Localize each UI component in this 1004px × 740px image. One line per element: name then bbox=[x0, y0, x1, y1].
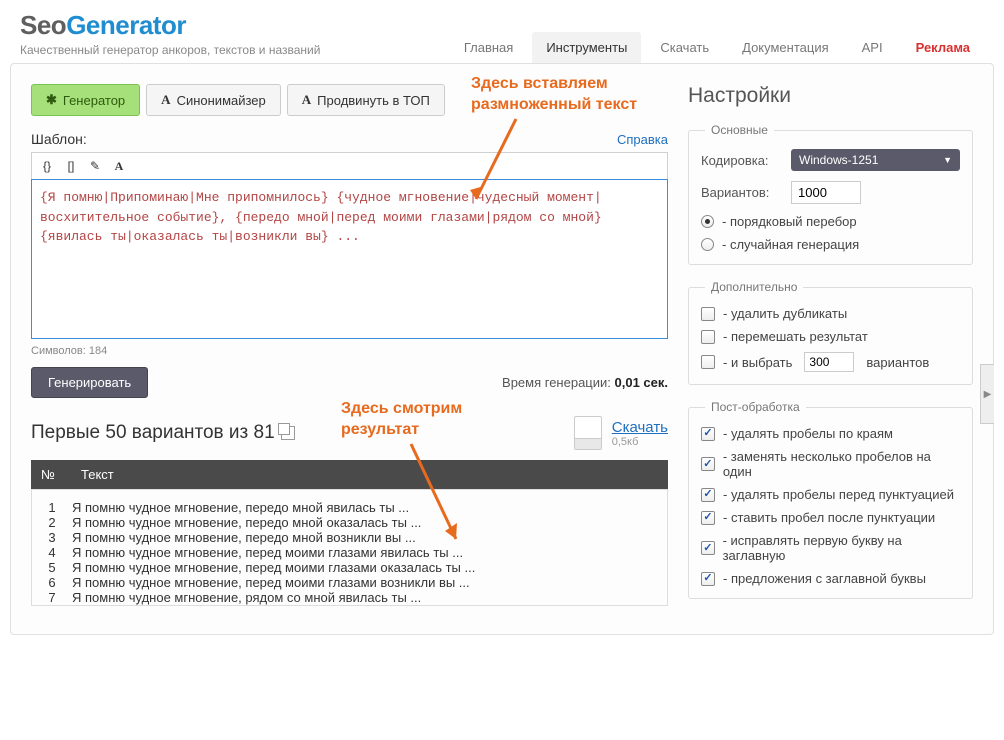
tab-synonym-label: Синонимайзер bbox=[177, 93, 266, 108]
help-link[interactable]: Справка bbox=[617, 132, 668, 147]
check-trim[interactable] bbox=[701, 427, 715, 441]
table-row: 7Я помню чудное мгновение, рядом со мной… bbox=[32, 590, 667, 605]
results-table: № Текст bbox=[31, 460, 668, 489]
table-row: 4Я помню чудное мгновение, перед моими г… bbox=[32, 545, 667, 560]
toolbar-brackets-icon[interactable]: [] bbox=[62, 157, 80, 175]
check-remove-dupes[interactable] bbox=[701, 307, 715, 321]
check-select-prefix: - и выбрать bbox=[723, 355, 792, 370]
tab-promote[interactable]: A Продвинуть в ТОП bbox=[287, 84, 445, 116]
check-shuffle[interactable] bbox=[701, 330, 715, 344]
nav-docs[interactable]: Документация bbox=[728, 32, 843, 63]
post-legend: Пост-обработка bbox=[705, 400, 806, 414]
letter-a-icon: A bbox=[302, 92, 311, 108]
table-row: 6Я помню чудное мгновение, перед моими г… bbox=[32, 575, 667, 590]
check-remove-dupes-label: - удалить дубликаты bbox=[723, 306, 847, 321]
letter-a-icon: A bbox=[161, 92, 170, 108]
radio-sequential-label: - порядковый перебор bbox=[722, 214, 857, 229]
select-count-input[interactable] bbox=[804, 352, 854, 372]
nav-home[interactable]: Главная bbox=[450, 32, 527, 63]
tab-generator[interactable]: ✱ Генератор bbox=[31, 84, 140, 116]
toolbar-font-icon[interactable]: A bbox=[110, 157, 128, 175]
template-label: Шаблон: bbox=[31, 131, 87, 147]
table-row: 1Я помню чудное мгновение, передо мной я… bbox=[32, 500, 667, 515]
expand-tab[interactable]: ▶ bbox=[980, 364, 994, 424]
tab-promote-label: Продвинуть в ТОП bbox=[317, 93, 430, 108]
table-row: 2Я помню чудное мгновение, передо мной о… bbox=[32, 515, 667, 530]
logo-gen: Generator bbox=[66, 10, 186, 40]
results-title: Первые 50 вариантов из 81 bbox=[31, 422, 295, 444]
variants-label: Вариантов: bbox=[701, 185, 781, 200]
generate-button[interactable]: Генерировать bbox=[31, 367, 148, 398]
download-size: 0,5кб bbox=[612, 436, 668, 448]
check-space-punct[interactable] bbox=[701, 488, 715, 502]
col-text: Текст bbox=[71, 460, 668, 489]
tab-generator-label: Генератор bbox=[63, 93, 125, 108]
logo: SeoGenerator bbox=[20, 10, 320, 41]
encoding-select[interactable]: Windows-1251 ▼ bbox=[791, 149, 960, 171]
radio-sequential[interactable] bbox=[701, 215, 714, 228]
template-textarea[interactable]: {Я помню|Припоминаю|Мне припомнилось} {ч… bbox=[31, 179, 668, 339]
generation-time: Время генерации: 0,01 сек. bbox=[502, 375, 668, 390]
radio-random-label: - случайная генерация bbox=[722, 237, 859, 252]
zip-file-icon bbox=[574, 416, 602, 450]
toolbar-braces-icon[interactable]: {} bbox=[38, 157, 56, 175]
main-legend: Основные bbox=[705, 123, 774, 137]
editor-toolbar: {} [] ✎ A bbox=[31, 152, 668, 179]
check-cap-first[interactable] bbox=[701, 541, 715, 555]
nav-tools[interactable]: Инструменты bbox=[532, 32, 641, 63]
table-row: 3Я помню чудное мгновение, передо мной в… bbox=[32, 530, 667, 545]
check-shuffle-label: - перемешать результат bbox=[723, 329, 868, 344]
nav-download[interactable]: Скачать bbox=[646, 32, 723, 63]
check-cap-sentence[interactable] bbox=[701, 572, 715, 586]
settings-title: Настройки bbox=[688, 84, 973, 108]
check-space-after-punct[interactable] bbox=[701, 511, 715, 525]
extra-legend: Дополнительно bbox=[705, 280, 803, 294]
tab-synonym[interactable]: A Синонимайзер bbox=[146, 84, 281, 116]
tagline: Качественный генератор анкоров, текстов … bbox=[20, 43, 320, 57]
download-link[interactable]: Скачать bbox=[612, 419, 668, 436]
encoding-label: Кодировка: bbox=[701, 153, 781, 168]
copy-icon[interactable] bbox=[281, 426, 295, 440]
gear-icon: ✱ bbox=[46, 92, 57, 108]
toolbar-wand-icon[interactable]: ✎ bbox=[86, 157, 104, 175]
chevron-down-icon: ▼ bbox=[943, 155, 952, 165]
top-nav: Главная Инструменты Скачать Документация… bbox=[450, 32, 984, 63]
table-row: 5Я помню чудное мгновение, перед моими г… bbox=[32, 560, 667, 575]
check-collapse-spaces[interactable] bbox=[701, 457, 715, 471]
char-count: Символов: 184 bbox=[31, 345, 668, 357]
check-select-suffix: вариантов bbox=[866, 355, 929, 370]
logo-seo: Seo bbox=[20, 10, 66, 40]
col-num: № bbox=[31, 460, 71, 489]
radio-random[interactable] bbox=[701, 238, 714, 251]
check-select[interactable] bbox=[701, 355, 715, 369]
variants-input[interactable] bbox=[791, 181, 861, 204]
nav-ad[interactable]: Реклама bbox=[902, 32, 984, 63]
nav-api[interactable]: API bbox=[848, 32, 897, 63]
